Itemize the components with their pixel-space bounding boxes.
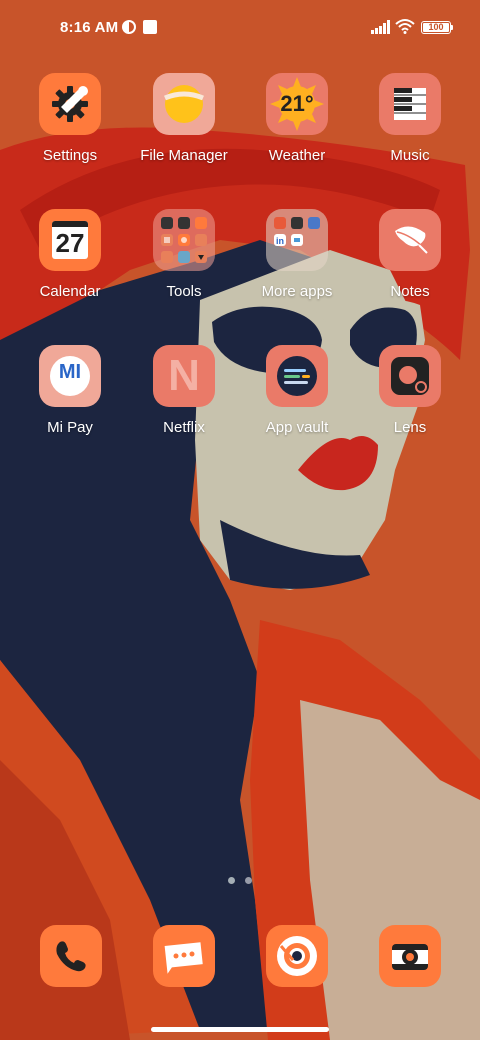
message-icon [164, 942, 203, 974]
dock-camera[interactable] [379, 925, 441, 987]
app-label: Music [390, 147, 430, 164]
netflix-logo: N [168, 351, 200, 400]
folder-more-apps[interactable]: in More apps [241, 209, 353, 300]
netflix-icon: N [153, 345, 215, 407]
notification-square-icon [143, 20, 157, 34]
svg-text:in: in [276, 236, 284, 246]
app-label: More apps [261, 283, 333, 300]
app-label: Weather [268, 147, 326, 164]
app-vault-icon [266, 345, 328, 407]
data-saver-icon [122, 20, 136, 34]
app-notes[interactable]: Notes [354, 209, 466, 300]
app-lens[interactable]: Lens [354, 345, 466, 436]
app-netflix[interactable]: N Netflix [128, 345, 240, 436]
app-label: Lens [393, 419, 427, 436]
lens-icon [379, 345, 441, 407]
status-bar: 8:16 AM 100 [0, 0, 480, 56]
app-calendar[interactable]: 27 Calendar [14, 209, 126, 300]
signal-icon [371, 20, 390, 34]
sun-icon: 21° [266, 73, 328, 135]
app-settings[interactable]: Settings [14, 73, 126, 164]
app-label: Settings [42, 147, 98, 164]
wifi-icon [395, 19, 415, 34]
app-app-vault[interactable]: App vault [241, 345, 353, 436]
phone-icon [56, 941, 86, 972]
gear-wrench-icon [39, 73, 101, 135]
app-label: Notes [390, 283, 430, 300]
mi-pay-icon: MI [39, 345, 101, 407]
app-label: Tools [166, 283, 202, 300]
calendar-icon: 27 [39, 209, 101, 271]
dock-chrome[interactable] [266, 925, 328, 987]
app-label: App vault [265, 419, 329, 436]
app-label: File Manager [140, 147, 228, 164]
home-gesture-bar[interactable] [151, 1027, 329, 1032]
page-indicator [228, 877, 252, 884]
page-dot-2[interactable] [245, 877, 252, 884]
more-apps-folder-icon: in [266, 209, 328, 271]
folder-sun-icon [153, 73, 215, 135]
piano-keys-icon [379, 73, 441, 135]
camera-icon [392, 944, 428, 970]
app-label: Netflix [163, 419, 205, 436]
dock-messages[interactable] [153, 925, 215, 987]
app-label: Calendar [39, 283, 101, 300]
battery-level: 100 [428, 22, 444, 32]
chrome-icon [277, 936, 317, 976]
battery-icon: 100 [421, 21, 451, 34]
app-file-manager[interactable]: File Manager [128, 73, 240, 164]
folder-tools[interactable]: Tools [128, 209, 240, 300]
mi-pay-logo: MI [58, 360, 82, 383]
app-mi-pay[interactable]: MI Mi Pay [14, 345, 126, 436]
status-time: 8:16 AM [60, 19, 119, 36]
app-label: Mi Pay [47, 419, 93, 436]
calendar-day: 27 [55, 227, 85, 258]
page-dot-1[interactable] [228, 877, 235, 884]
app-weather[interactable]: 21° Weather [241, 73, 353, 164]
tools-folder-icon [153, 209, 215, 271]
feather-icon [379, 209, 441, 271]
weather-temp: 21° [280, 91, 314, 116]
app-music[interactable]: Music [354, 73, 466, 164]
dock-phone[interactable] [40, 925, 102, 987]
